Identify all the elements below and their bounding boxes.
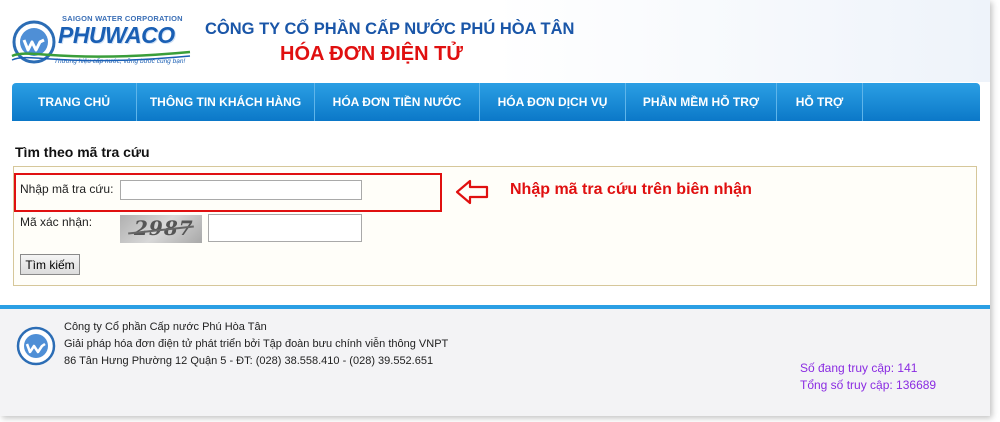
main-nav: TRANG CHỦ THÔNG TIN KHÁCH HÀNG HÓA ĐƠN T…: [12, 83, 980, 121]
lookup-code-label: Nhập mã tra cứu:: [20, 182, 114, 196]
footer-solution: Giải pháp hóa đơn điện tử phát triển bởi…: [64, 338, 449, 350]
annotation-text: Nhập mã tra cứu trên biên nhận: [510, 181, 752, 198]
header: SAIGON WATER CORPORATION PHUWACO Thương …: [0, 0, 990, 82]
brand-name: PHUWACO: [58, 22, 175, 48]
lookup-code-input[interactable]: [120, 180, 362, 200]
total-visitors: Tổng số truy cập: 136689: [800, 378, 937, 392]
captcha-image: 2987: [120, 215, 202, 243]
section-title: Tìm theo mã tra cứu: [15, 144, 150, 160]
company-title: CÔNG TY CỔ PHẦN CẤP NƯỚC PHÚ HÒA TÂN: [205, 20, 575, 38]
online-visitors: Số đang truy cập: 141: [800, 361, 918, 375]
page: SAIGON WATER CORPORATION PHUWACO Thương …: [0, 0, 990, 416]
captcha-input[interactable]: [208, 214, 362, 242]
captcha-label: Mã xác nhận:: [20, 215, 93, 229]
brand-slogan: Thương hiệu cấp nước, vững bước cùng bạn…: [54, 58, 186, 65]
arrow-left-icon: [455, 179, 489, 205]
nav-item-home[interactable]: TRANG CHỦ: [12, 83, 137, 121]
nav-item-water-invoice[interactable]: HÓA ĐƠN TIỀN NƯỚC: [315, 83, 480, 121]
page-title: HÓA ĐƠN ĐIỆN TỬ: [280, 43, 463, 65]
nav-item-support[interactable]: HỖ TRỢ: [777, 83, 863, 121]
footer-address: 86 Tân Hưng Phường 12 Quận 5 - ĐT: (028)…: [64, 355, 434, 367]
footer-logo: [16, 326, 56, 366]
search-button[interactable]: Tìm kiếm: [20, 254, 80, 275]
footer-company: Công ty Cổ phần Cấp nước Phú Hòa Tân: [64, 321, 267, 333]
nav-item-support-software[interactable]: PHẦN MỀM HỖ TRỢ: [626, 83, 777, 121]
nav-item-service-invoice[interactable]: HÓA ĐƠN DỊCH VỤ: [480, 83, 626, 121]
nav-item-customer-info[interactable]: THÔNG TIN KHÁCH HÀNG: [137, 83, 315, 121]
